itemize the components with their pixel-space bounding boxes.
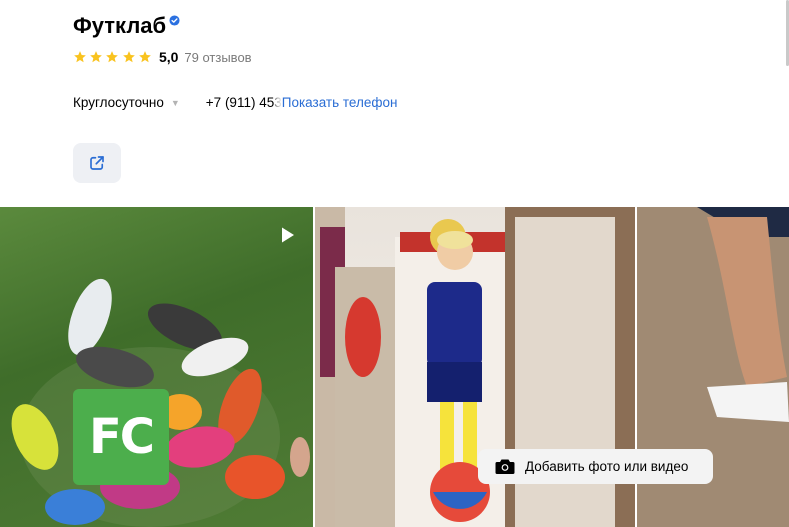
camera-icon (495, 458, 515, 475)
share-button[interactable] (73, 143, 121, 183)
external-link-icon (90, 156, 104, 170)
star-icon (138, 51, 151, 63)
phone-partial: +7 (911) 45 (205, 94, 275, 110)
chevron-down-icon[interactable]: ▼ (171, 98, 180, 108)
star-icon (106, 51, 119, 63)
star-icon (122, 51, 135, 63)
rating-value: 5,0 (158, 49, 179, 65)
star-icon (90, 51, 103, 63)
play-icon[interactable] (277, 225, 297, 245)
working-hours[interactable]: Круглосуточно (73, 95, 164, 110)
org-header: Футклаб 5,0 79 отзывов Круглосуточно ▼ +… (0, 0, 789, 207)
add-media-button[interactable]: Добавить фото или видео (478, 449, 713, 484)
rating-row[interactable]: 5,0 79 отзывов (73, 49, 252, 65)
verified-badge-icon (169, 15, 180, 26)
title-row: Футклаб (73, 12, 180, 40)
phone-number: +7 (911) 453 (206, 95, 282, 110)
add-media-label: Добавить фото или видео (525, 459, 689, 474)
info-row: Круглосуточно ▼ +7 (911) 453 Показать те… (73, 93, 397, 111)
org-title: Футклаб (73, 13, 167, 38)
star-icon (74, 51, 86, 63)
club-logo: FC (73, 389, 169, 485)
rating-stars (73, 50, 154, 64)
show-phone-link[interactable]: Показать телефон (282, 95, 398, 110)
phone-hidden-tail: 3 (274, 94, 282, 110)
reviews-link[interactable]: 79 отзывов (184, 50, 251, 65)
gallery-video-boots[interactable]: FC (0, 207, 313, 527)
